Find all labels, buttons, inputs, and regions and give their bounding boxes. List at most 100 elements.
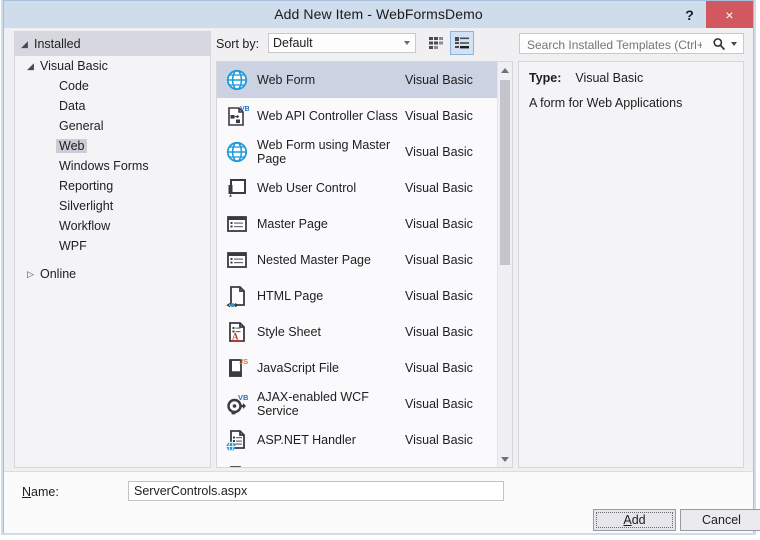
tree-item-wpf[interactable]: WPF xyxy=(15,236,210,256)
tree-item-visual-basic[interactable]: Visual Basic xyxy=(15,56,210,76)
table-row[interactable]: HTML Page Visual Basic xyxy=(217,278,497,314)
user-control-icon xyxy=(217,176,257,200)
installed-templates-tree: Installed Visual Basic Code Data General… xyxy=(14,31,211,468)
dialog-body: Installed Visual Basic Code Data General… xyxy=(4,28,760,533)
help-button[interactable]: ? xyxy=(673,1,706,28)
table-row[interactable]: Web Form Visual Basic xyxy=(217,62,497,98)
table-row[interactable]: Nested Master Page Visual Basic xyxy=(217,242,497,278)
tree-group-installed[interactable]: Installed xyxy=(15,32,210,56)
tree-item-general[interactable]: General xyxy=(15,116,210,136)
javascript-file-icon: JS xyxy=(217,356,257,380)
chevron-down-icon[interactable] xyxy=(731,42,737,46)
search-icon[interactable] xyxy=(712,37,726,54)
aspnet-handler-icon xyxy=(217,428,257,452)
scroll-up-button[interactable] xyxy=(498,62,512,78)
search-input[interactable] xyxy=(525,34,704,55)
list-view-button[interactable] xyxy=(450,31,474,55)
tree-item-web[interactable]: Web xyxy=(15,136,210,156)
close-button[interactable]: × xyxy=(706,1,753,28)
tree-item-data[interactable]: Data xyxy=(15,96,210,116)
template-name: JavaScript File xyxy=(257,361,339,375)
template-language: Visual Basic xyxy=(405,217,473,231)
tree-item-general-label: General xyxy=(59,119,104,133)
tree-item-workflow[interactable]: Workflow xyxy=(15,216,210,236)
table-row[interactable]: ASP.NET Handler Visual Basic xyxy=(217,422,497,458)
master-page-icon xyxy=(217,248,257,272)
name-input[interactable] xyxy=(128,481,504,501)
add-button[interactable]: Add xyxy=(593,509,676,531)
sort-by-value: Default xyxy=(273,36,313,50)
scrollbar-thumb[interactable] xyxy=(500,80,510,265)
template-language: Visual Basic xyxy=(405,433,473,447)
expander-open-icon[interactable] xyxy=(27,62,40,71)
expander-closed-icon[interactable] xyxy=(27,270,40,279)
svg-text:JS: JS xyxy=(239,357,248,366)
table-row[interactable]: Web User Control Visual Basic xyxy=(217,170,497,206)
template-language: Visual Basic xyxy=(405,289,473,303)
tree-item-silverlight[interactable]: Silverlight xyxy=(15,196,210,216)
template-language: Visual Basic xyxy=(405,325,473,339)
globe-icon xyxy=(217,68,257,92)
chevron-down-icon xyxy=(404,41,410,45)
template-name: Master Page xyxy=(257,217,328,231)
name-label-accelerator: N xyxy=(22,485,32,499)
sort-by-label: Sort by: xyxy=(216,37,260,51)
templates-list: Web Form Visual Basic VB Web API Control… xyxy=(216,61,513,468)
expander-open-icon[interactable] xyxy=(21,40,34,49)
aspnet-module-icon xyxy=(217,464,257,467)
template-language: Visual Basic xyxy=(405,181,473,195)
tree-group-online[interactable]: Online xyxy=(15,264,210,284)
add-new-item-dialog: Add New Item - WebFormsDemo ? × Installe… xyxy=(3,0,760,533)
cancel-button[interactable]: Cancel xyxy=(680,509,760,531)
table-row[interactable]: Web Form using Master Page Visual Basic xyxy=(217,134,497,170)
table-row[interactable]: Master Page Visual Basic xyxy=(217,206,497,242)
table-row[interactable]: A Style Sheet Visual Basic xyxy=(217,314,497,350)
dialog-title: Add New Item - WebFormsDemo xyxy=(274,6,483,22)
template-language: Visual Basic xyxy=(405,397,473,411)
tree-item-windows-forms-label: Windows Forms xyxy=(59,159,149,173)
template-name: HTML Page xyxy=(257,289,324,303)
tree-item-silverlight-label: Silverlight xyxy=(59,199,114,213)
tree-item-code-label: Code xyxy=(59,79,89,93)
template-name: Style Sheet xyxy=(257,325,321,339)
table-row[interactable]: ASP.NET Module Visual Basic xyxy=(217,458,497,467)
template-name: Web Form xyxy=(257,73,316,87)
templates-list-scrollbar[interactable] xyxy=(497,62,512,467)
tree-item-reporting[interactable]: Reporting xyxy=(15,176,210,196)
api-controller-icon: VB xyxy=(217,104,257,128)
tree-group-installed-label: Installed xyxy=(34,37,81,51)
dialog-footer: Name: Add Cancel xyxy=(4,471,760,533)
triangle-down-icon xyxy=(501,456,509,462)
template-name: Web User Control xyxy=(257,181,357,195)
table-row[interactable]: VB AJAX-enabled WCF Service Visual Basic xyxy=(217,386,497,422)
template-language: Visual Basic xyxy=(405,145,473,159)
template-language: Visual Basic xyxy=(405,73,473,87)
table-row[interactable]: JS JavaScript File Visual Basic xyxy=(217,350,497,386)
template-name: Web API Controller Class xyxy=(257,109,398,123)
table-row[interactable]: VB Web API Controller Class Visual Basic xyxy=(217,98,497,134)
search-templates-box[interactable] xyxy=(519,33,744,55)
svg-text:VB: VB xyxy=(240,106,249,113)
tree-item-data-label: Data xyxy=(59,99,86,113)
focus-ring xyxy=(596,512,673,528)
tree-group-online-label: Online xyxy=(40,267,77,281)
master-page-icon xyxy=(217,212,257,236)
tree-item-web-label: Web xyxy=(56,139,88,153)
sort-by-select[interactable]: Default xyxy=(268,33,416,53)
tree-item-code[interactable]: Code xyxy=(15,76,210,96)
template-name: AJAX-enabled WCF Service xyxy=(257,390,369,418)
cancel-button-label: Cancel xyxy=(702,513,741,527)
svg-text:VB: VB xyxy=(238,393,249,402)
name-label: Name: xyxy=(22,485,59,499)
html-page-icon xyxy=(217,284,257,308)
list-view-icon xyxy=(455,37,469,49)
template-type-row: Type: Visual Basic xyxy=(529,71,733,85)
list-toolbar: Sort by: Default xyxy=(216,31,513,58)
template-language: Visual Basic xyxy=(405,253,473,267)
templates-list-viewport: Web Form Visual Basic VB Web API Control… xyxy=(217,62,497,467)
name-label-rest: ame: xyxy=(31,485,59,499)
tree-item-windows-forms[interactable]: Windows Forms xyxy=(15,156,210,176)
grid-view-button[interactable] xyxy=(424,31,448,55)
scroll-down-button[interactable] xyxy=(498,451,512,467)
